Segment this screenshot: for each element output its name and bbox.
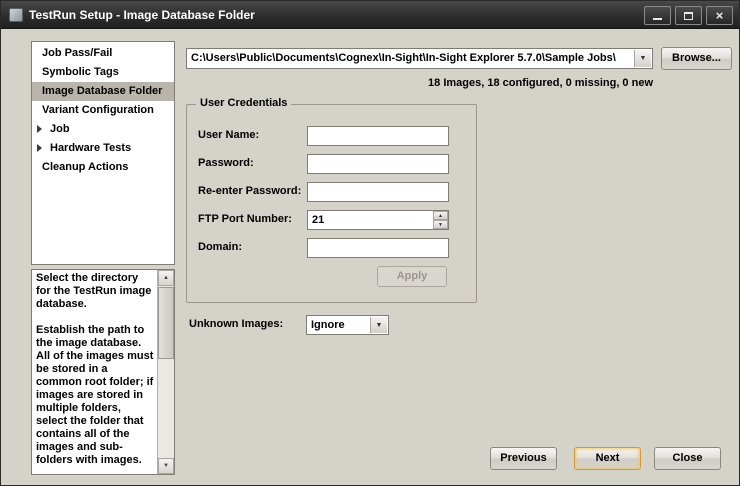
reenter-password-label: Re-enter Password:	[198, 185, 301, 197]
password-input[interactable]	[307, 154, 449, 174]
maximize-icon	[684, 12, 693, 20]
previous-button[interactable]: Previous	[490, 447, 557, 470]
scroll-down-icon[interactable]: ▼	[158, 458, 174, 474]
testrun-setup-dialog: TestRun Setup - Image Database Folder × …	[0, 0, 740, 486]
chevron-down-icon[interactable]: ▼	[634, 50, 651, 67]
minimize-icon	[653, 18, 662, 20]
sidebar-item-label: Variant Configuration	[42, 104, 154, 116]
close-button-label: Close	[673, 452, 703, 464]
next-button[interactable]: Next	[574, 447, 641, 470]
ftp-port-input[interactable]	[307, 210, 449, 230]
previous-button-label: Previous	[500, 452, 546, 464]
sidebar-item-hardware-tests[interactable]: Hardware Tests	[32, 139, 174, 158]
domain-input[interactable]	[307, 238, 449, 258]
unknown-images-value: Ignore	[311, 316, 368, 334]
close-button[interactable]: ×	[706, 6, 733, 25]
description-text: Select the directory for the TestRun ima…	[32, 270, 157, 474]
image-database-path-value: C:\Users\Public\Documents\Cognex\In-Sigh…	[191, 49, 632, 68]
browse-button[interactable]: Browse...	[661, 47, 732, 70]
password-row: Password:	[187, 154, 476, 174]
next-button-label: Next	[596, 452, 620, 464]
sidebar-item-variant-configuration[interactable]: Variant Configuration	[32, 101, 174, 120]
ftp-port-row: FTP Port Number: ▲ ▼	[187, 210, 476, 230]
browse-button-label: Browse...	[672, 52, 721, 64]
close-dialog-button[interactable]: Close	[654, 447, 721, 470]
scrollbar-thumb[interactable]	[158, 287, 174, 359]
window-controls: ×	[644, 6, 733, 25]
sidebar-item-label: Job	[50, 123, 70, 135]
sidebar-item-label: Cleanup Actions	[42, 161, 128, 173]
user-name-row: User Name:	[187, 126, 476, 146]
scroll-up-icon[interactable]: ▲	[158, 270, 174, 286]
sidebar-item-label: Image Database Folder	[42, 85, 162, 97]
reenter-password-input[interactable]	[307, 182, 449, 202]
ftp-port-label: FTP Port Number:	[198, 213, 292, 225]
image-database-path-combo[interactable]: C:\Users\Public\Documents\Cognex\In-Sigh…	[186, 48, 653, 69]
expand-arrow-icon[interactable]	[37, 144, 42, 152]
sidebar-item-cleanup-actions[interactable]: Cleanup Actions	[32, 158, 174, 177]
password-label: Password:	[198, 157, 254, 169]
sidebar-item-label: Job Pass/Fail	[42, 47, 112, 59]
window-title: TestRun Setup - Image Database Folder	[29, 1, 255, 29]
sidebar-item-job[interactable]: Job	[32, 120, 174, 139]
maximize-button[interactable]	[675, 6, 702, 25]
sidebar-item-image-database-folder[interactable]: Image Database Folder	[32, 82, 174, 101]
apply-button-label: Apply	[397, 270, 428, 282]
sidebar-item-label: Hardware Tests	[50, 142, 131, 154]
setup-nav-list: Job Pass/Fail Symbolic Tags Image Databa…	[31, 41, 175, 265]
user-credentials-group: User Credentials User Name: Password: Re…	[186, 104, 477, 303]
user-name-label: User Name:	[198, 129, 259, 141]
sidebar-item-job-pass-fail[interactable]: Job Pass/Fail	[32, 44, 174, 63]
image-count-status: 18 Images, 18 configured, 0 missing, 0 n…	[186, 77, 653, 89]
ftp-port-spinner: ▲ ▼	[433, 211, 448, 229]
spinner-down-icon[interactable]: ▼	[433, 220, 448, 229]
chevron-down-icon[interactable]: ▼	[370, 317, 387, 333]
apply-button[interactable]: Apply	[377, 266, 447, 287]
group-title: User Credentials	[196, 97, 291, 109]
sidebar-item-label: Symbolic Tags	[42, 66, 119, 78]
description-scrollbar[interactable]: ▲ ▼	[157, 270, 174, 474]
app-icon	[9, 8, 23, 22]
minimize-button[interactable]	[644, 6, 671, 25]
sidebar-item-symbolic-tags[interactable]: Symbolic Tags	[32, 63, 174, 82]
unknown-images-select[interactable]: Ignore ▼	[306, 315, 389, 335]
domain-label: Domain:	[198, 241, 242, 253]
titlebar: TestRun Setup - Image Database Folder ×	[1, 1, 739, 29]
unknown-images-label: Unknown Images:	[189, 318, 283, 330]
description-panel: Select the directory for the TestRun ima…	[31, 269, 175, 475]
user-name-input[interactable]	[307, 126, 449, 146]
close-icon: ×	[716, 9, 724, 22]
expand-arrow-icon[interactable]	[37, 125, 42, 133]
reenter-password-row: Re-enter Password:	[187, 182, 476, 202]
domain-row: Domain:	[187, 238, 476, 258]
spinner-up-icon[interactable]: ▲	[433, 211, 448, 220]
